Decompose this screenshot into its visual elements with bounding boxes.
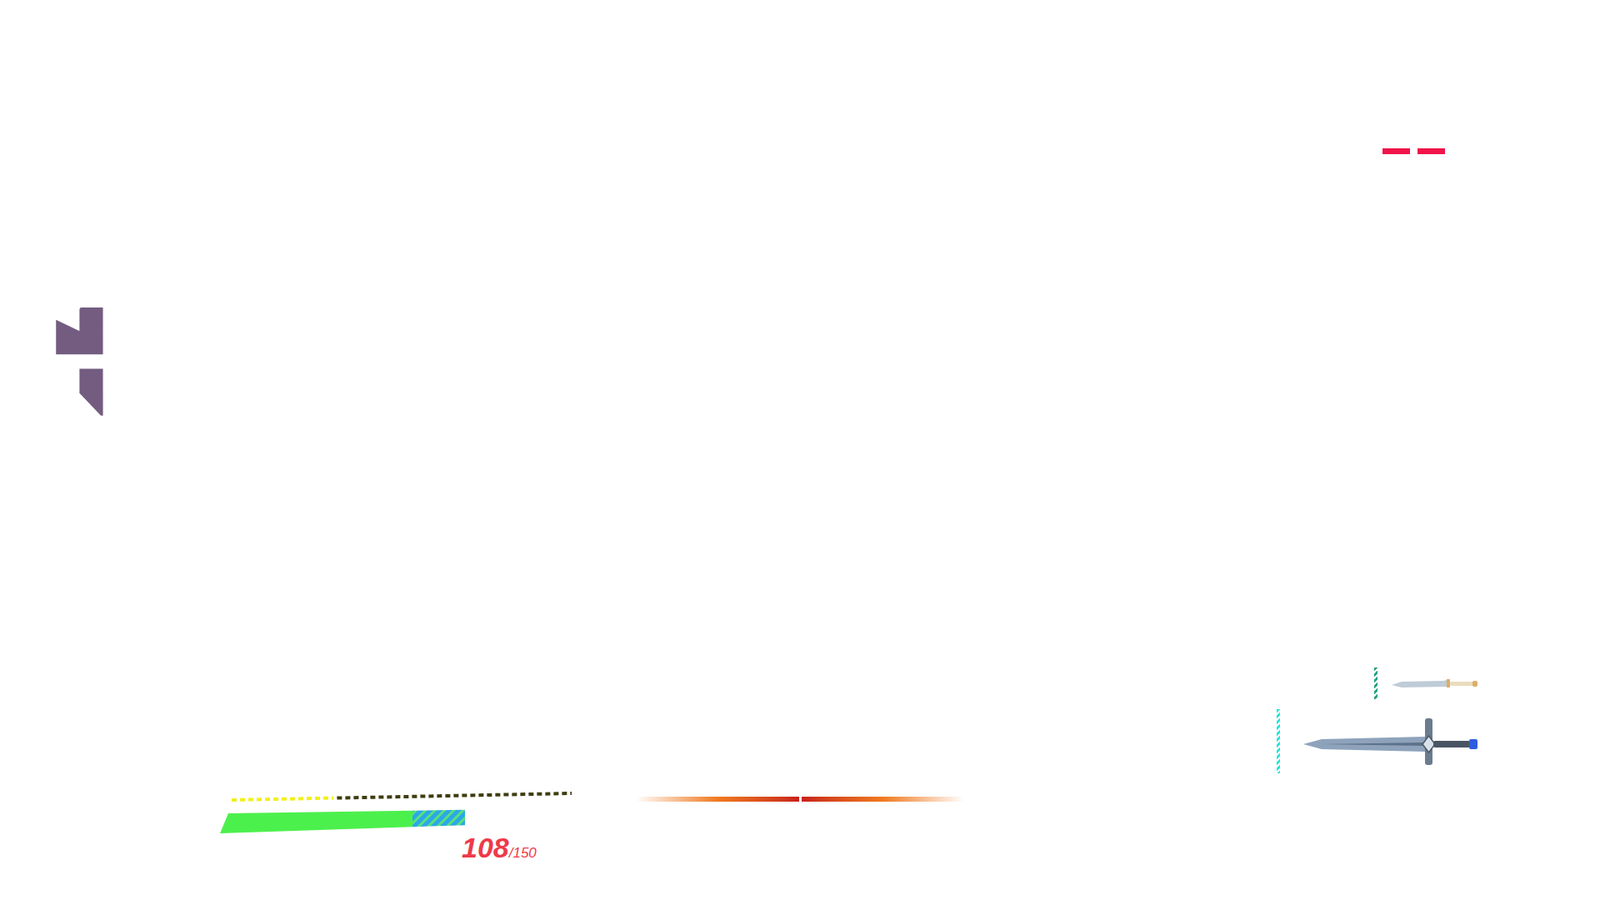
game-hud: 108/150 [0,0,1600,900]
health-bar [220,806,570,837]
weapon-slot[interactable] [1374,667,1479,700]
stamina-bar [220,790,572,802]
marker-row [1382,148,1445,155]
heat-bar [635,796,965,802]
marker [1382,148,1410,155]
weapon-indicator [1276,709,1280,774]
weapon-slot[interactable] [1276,709,1479,774]
health-max: /150 [509,845,537,860]
marker [1417,148,1445,155]
sword-icon [1303,716,1479,767]
health-readout: 108/150 [461,833,572,862]
health-value: 108 [461,833,510,862]
weapon-list [1276,667,1479,774]
knife-icon [1391,676,1479,690]
weapon-indicator [1374,667,1378,700]
vitals: 108/150 [220,790,572,862]
ability-icon [55,307,105,417]
